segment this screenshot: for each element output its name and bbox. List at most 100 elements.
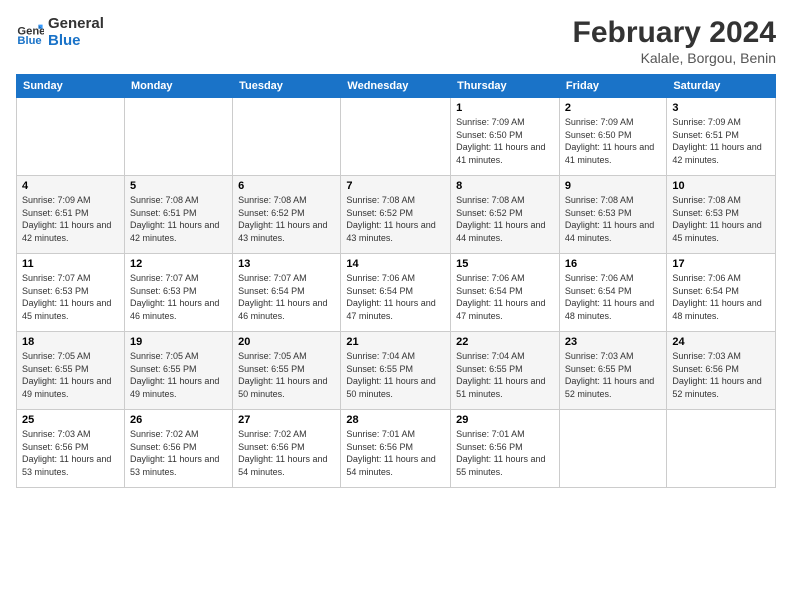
day-number: 8 [456,180,554,192]
day-number: 18 [22,336,119,348]
day-number: 27 [238,414,335,426]
header-monday: Monday [124,75,232,98]
day-info: Sunrise: 7:07 AM Sunset: 6:53 PM Dayligh… [130,272,227,322]
logo-text-block: General Blue [48,16,104,49]
day-number: 20 [238,336,335,348]
calendar-cell: 4 Sunrise: 7:09 AM Sunset: 6:51 PM Daylig… [17,176,125,254]
day-number: 21 [346,336,445,348]
day-info: Sunrise: 7:03 AM Sunset: 6:55 PM Dayligh… [565,350,661,400]
header-thursday: Thursday [451,75,560,98]
calendar-cell: 21 Sunrise: 7:04 AM Sunset: 6:55 PM Dayli… [341,332,451,410]
day-number: 29 [456,414,554,426]
day-info: Sunrise: 7:03 AM Sunset: 6:56 PM Dayligh… [672,350,770,400]
day-number: 16 [565,258,661,270]
day-number: 9 [565,180,661,192]
day-number: 24 [672,336,770,348]
calendar-cell: 29Sunrise: 7:01 AM Sunset: 6:56 PM Dayli… [451,410,560,488]
day-info: Sunrise: 7:08 AM Sunset: 6:53 PM Dayligh… [565,194,661,244]
header: General Blue General Blue February 2024 … [16,16,776,66]
calendar-cell: 2 Sunrise: 7:09 AM Sunset: 6:50 PM Daylig… [559,98,666,176]
day-info: Sunrise: 7:08 AM Sunset: 6:51 PM Dayligh… [130,194,227,244]
day-number: 22 [456,336,554,348]
day-number: 6 [238,180,335,192]
day-number: 3 [672,102,770,114]
calendar-cell: 28 Sunrise: 7:01 AM Sunset: 6:56 PM Dayli… [341,410,451,488]
day-number: 17 [672,258,770,270]
header-row: SundayMondayTuesdayWednesdayThursdayFrid… [17,75,776,98]
header-friday: Friday [559,75,666,98]
day-number: 4 [22,180,119,192]
calendar-cell: 1Sunrise: 7:09 AM Sunset: 6:50 PM Daylig… [451,98,560,176]
day-info: Sunrise: 7:09 AM Sunset: 6:50 PM Dayligh… [565,116,661,166]
week-row-3: 11 Sunrise: 7:07 AM Sunset: 6:53 PM Dayli… [17,254,776,332]
day-info: Sunrise: 7:05 AM Sunset: 6:55 PM Dayligh… [130,350,227,400]
calendar-cell: 22Sunrise: 7:04 AM Sunset: 6:55 PM Dayli… [451,332,560,410]
header-sunday: Sunday [17,75,125,98]
calendar-cell [124,98,232,176]
day-number: 26 [130,414,227,426]
calendar-cell: 3Sunrise: 7:09 AM Sunset: 6:51 PM Daylig… [667,98,776,176]
day-number: 19 [130,336,227,348]
day-number: 5 [130,180,227,192]
day-info: Sunrise: 7:08 AM Sunset: 6:52 PM Dayligh… [456,194,554,244]
day-number: 2 [565,102,661,114]
calendar-cell: 24 Sunrise: 7:03 AM Sunset: 6:56 PM Dayli… [667,332,776,410]
day-info: Sunrise: 7:08 AM Sunset: 6:52 PM Dayligh… [346,194,445,244]
header-saturday: Saturday [667,75,776,98]
calendar-cell: 26 Sunrise: 7:02 AM Sunset: 6:56 PM Dayli… [124,410,232,488]
logo: General Blue General Blue [16,16,104,49]
day-number: 28 [346,414,445,426]
day-info: Sunrise: 7:06 AM Sunset: 6:54 PM Dayligh… [456,272,554,322]
calendar-cell: 13 Sunrise: 7:07 AM Sunset: 6:54 PM Dayli… [233,254,341,332]
day-info: Sunrise: 7:04 AM Sunset: 6:55 PM Dayligh… [346,350,445,400]
day-info: Sunrise: 7:06 AM Sunset: 6:54 PM Dayligh… [672,272,770,322]
calendar-cell: 6Sunrise: 7:08 AM Sunset: 6:52 PM Daylig… [233,176,341,254]
week-row-1: 1 Sunrise: 7:09 AM Sunset: 6:50 PM Daylig… [17,98,776,176]
day-info: Sunrise: 7:07 AM Sunset: 6:53 PM Dayligh… [22,272,119,322]
day-number: 23 [565,336,661,348]
calendar-cell: 15 Sunrise: 7:06 AM Sunset: 6:54 PM Dayli… [451,254,560,332]
calendar-cell: 14Sunrise: 7:06 AM Sunset: 6:54 PM Dayli… [341,254,451,332]
calendar-table: SundayMondayTuesdayWednesdayThursdayFrid… [16,74,776,488]
main-title: February 2024 [573,16,776,50]
calendar-cell: 18 Sunrise: 7:05 AM Sunset: 6:55 PM Dayli… [17,332,125,410]
day-number: 15 [456,258,554,270]
calendar-cell [341,98,451,176]
day-info: Sunrise: 7:01 AM Sunset: 6:56 PM Dayligh… [346,428,445,478]
calendar-cell [233,98,341,176]
logo-line2: Blue [48,33,104,50]
calendar-cell: 25 Sunrise: 7:03 AM Sunset: 6:56 PM Dayli… [17,410,125,488]
header-tuesday: Tuesday [233,75,341,98]
day-info: Sunrise: 7:07 AM Sunset: 6:54 PM Dayligh… [238,272,335,322]
day-info: Sunrise: 7:02 AM Sunset: 6:56 PM Dayligh… [130,428,227,478]
calendar-cell: 12 Sunrise: 7:07 AM Sunset: 6:53 PM Dayli… [124,254,232,332]
day-number: 13 [238,258,335,270]
logo-line1: General [48,16,104,33]
day-info: Sunrise: 7:03 AM Sunset: 6:56 PM Dayligh… [22,428,119,478]
calendar-page: General Blue General Blue February 2024 … [0,0,792,612]
logo-icon: General Blue [16,19,44,47]
calendar-cell: 20Sunrise: 7:05 AM Sunset: 6:55 PM Dayli… [233,332,341,410]
day-info: Sunrise: 7:06 AM Sunset: 6:54 PM Dayligh… [565,272,661,322]
calendar-cell: 10Sunrise: 7:08 AM Sunset: 6:53 PM Dayli… [667,176,776,254]
calendar-cell [667,410,776,488]
calendar-cell: 11 Sunrise: 7:07 AM Sunset: 6:53 PM Dayli… [17,254,125,332]
week-row-2: 4 Sunrise: 7:09 AM Sunset: 6:51 PM Daylig… [17,176,776,254]
week-row-4: 18 Sunrise: 7:05 AM Sunset: 6:55 PM Dayli… [17,332,776,410]
subtitle: Kalale, Borgou, Benin [573,50,776,66]
day-number: 1 [456,102,554,114]
calendar-cell: 5 Sunrise: 7:08 AM Sunset: 6:51 PM Daylig… [124,176,232,254]
day-info: Sunrise: 7:06 AM Sunset: 6:54 PM Dayligh… [346,272,445,322]
day-info: Sunrise: 7:08 AM Sunset: 6:53 PM Dayligh… [672,194,770,244]
calendar-cell [17,98,125,176]
day-number: 25 [22,414,119,426]
calendar-cell: 8 Sunrise: 7:08 AM Sunset: 6:52 PM Daylig… [451,176,560,254]
svg-text:Blue: Blue [17,35,41,47]
calendar-cell: 27Sunrise: 7:02 AM Sunset: 6:56 PM Dayli… [233,410,341,488]
day-info: Sunrise: 7:05 AM Sunset: 6:55 PM Dayligh… [22,350,119,400]
calendar-cell [559,410,666,488]
day-number: 11 [22,258,119,270]
calendar-cell: 23 Sunrise: 7:03 AM Sunset: 6:55 PM Dayli… [559,332,666,410]
day-info: Sunrise: 7:09 AM Sunset: 6:51 PM Dayligh… [22,194,119,244]
day-number: 12 [130,258,227,270]
